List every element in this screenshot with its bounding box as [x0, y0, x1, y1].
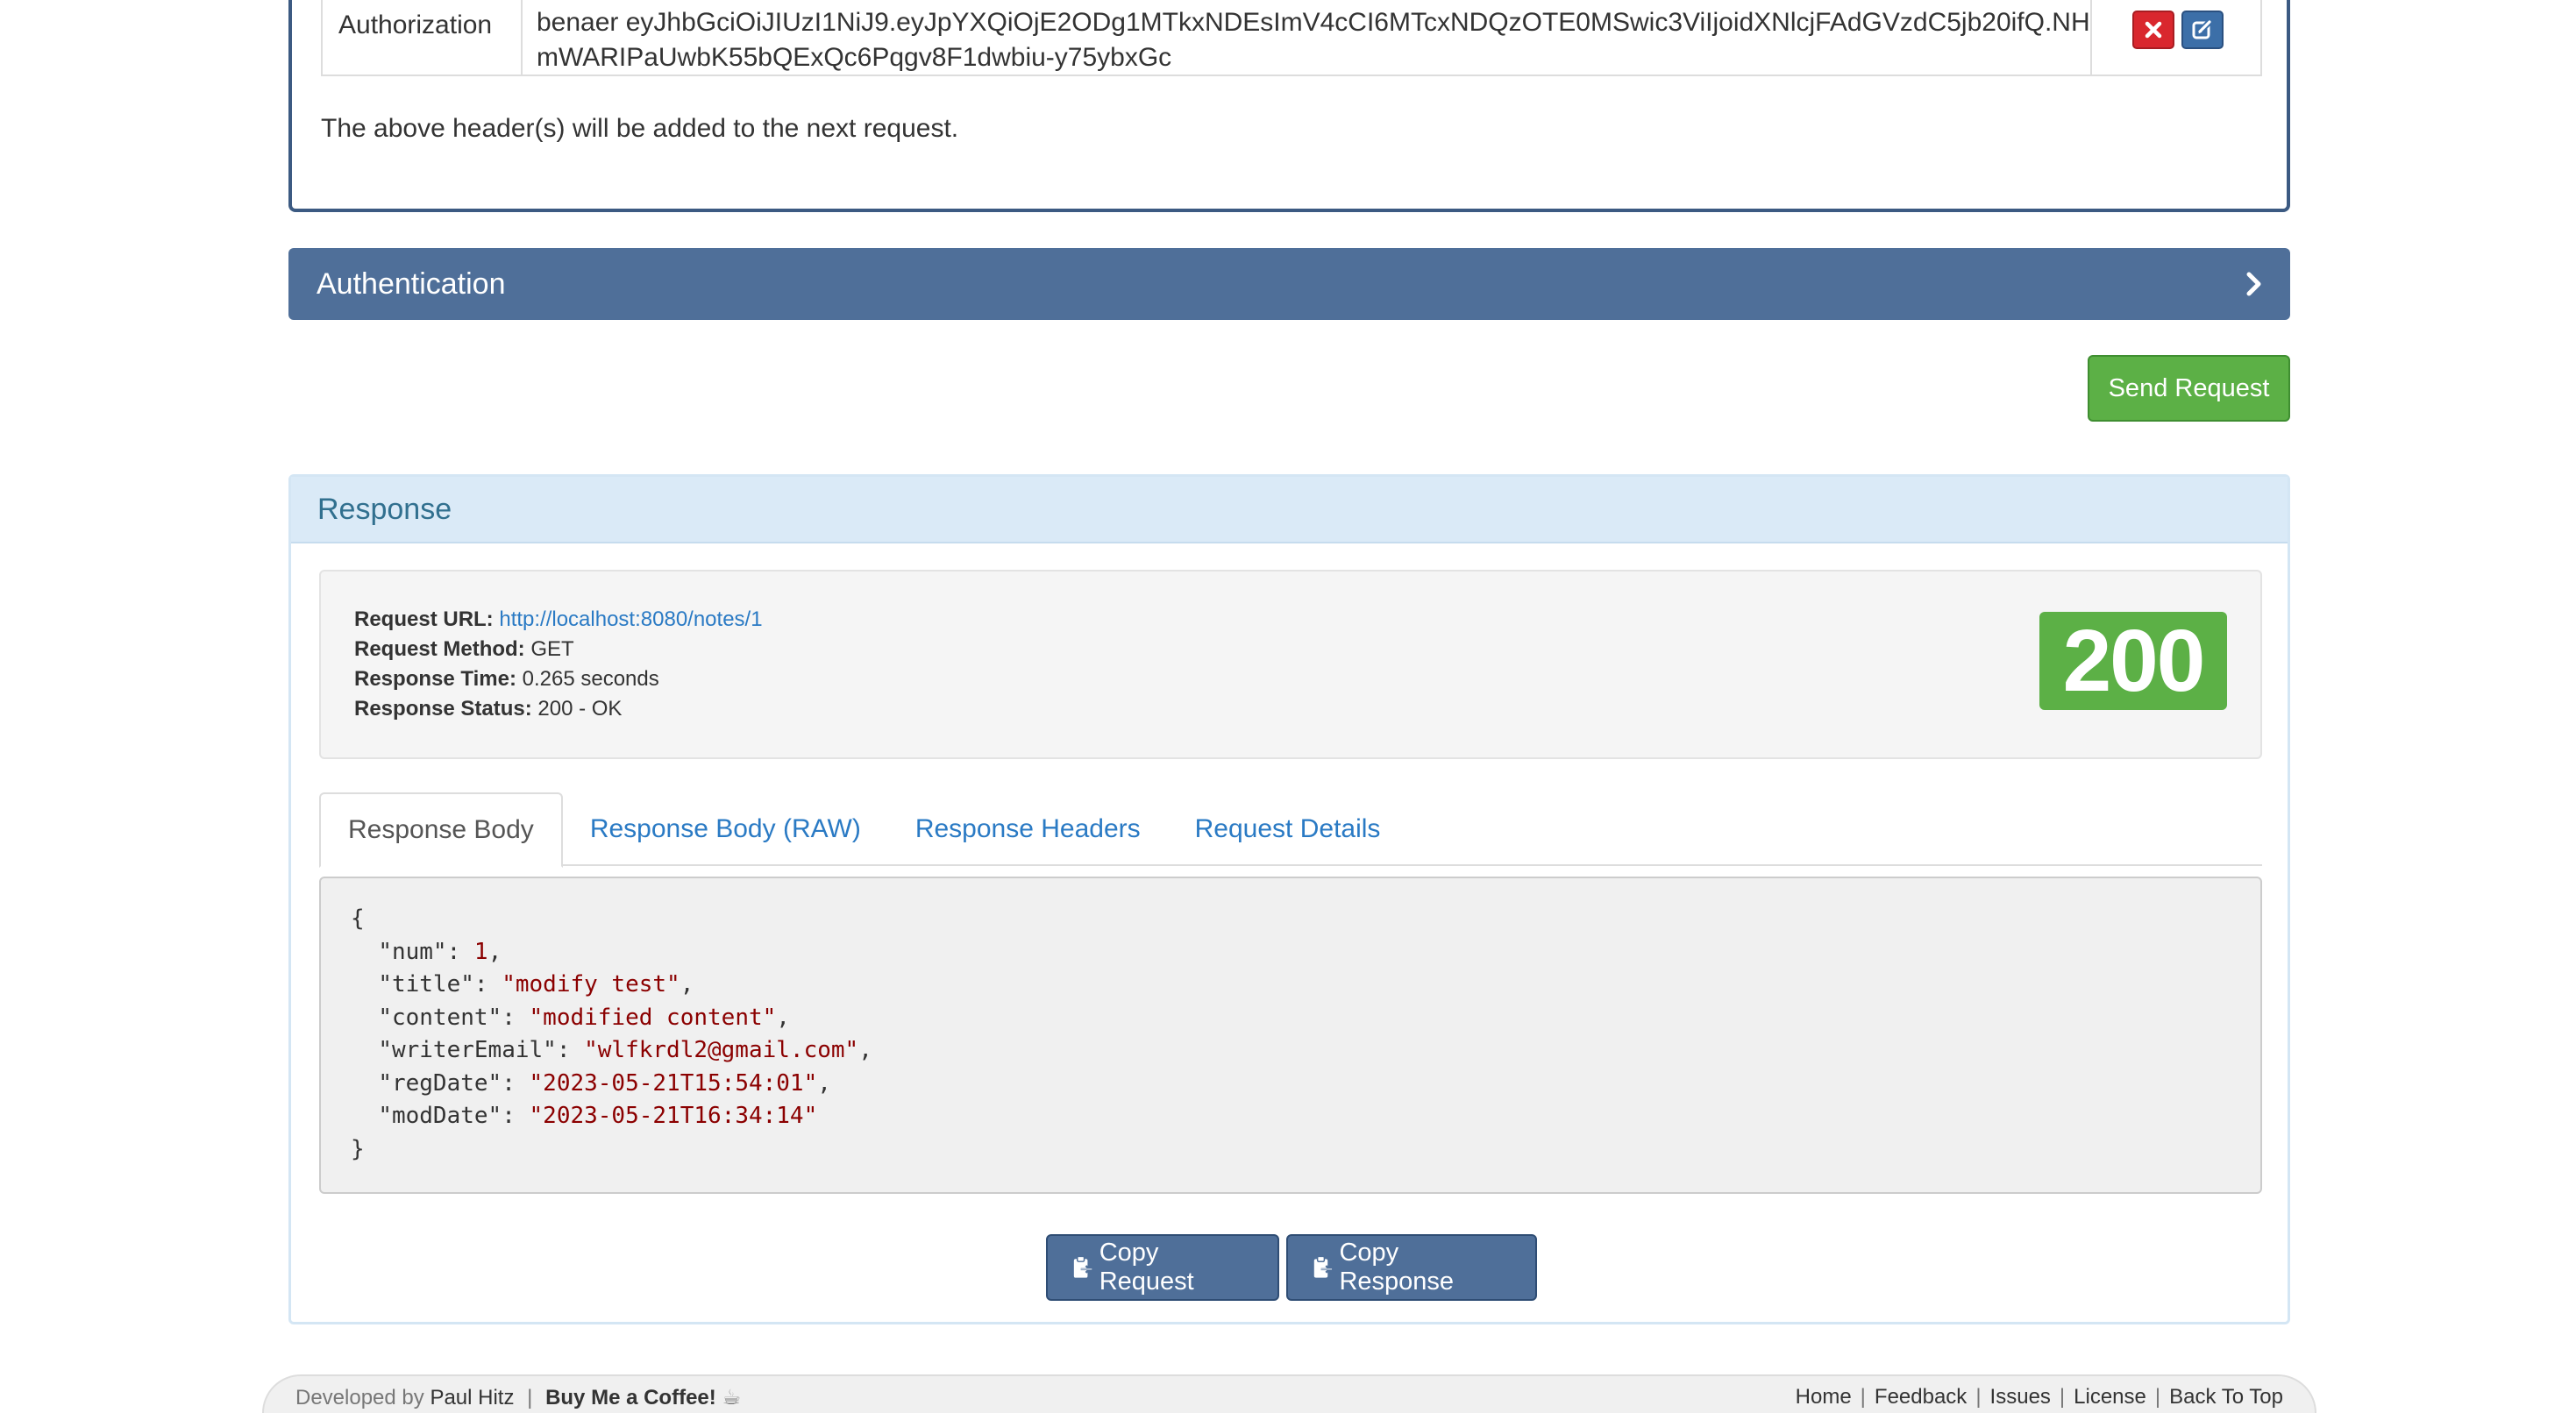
header-key: Authorization	[323, 0, 523, 75]
authentication-accordion[interactable]: Authentication	[288, 248, 2290, 320]
footer-link-back-to-top[interactable]: Back To Top	[2169, 1385, 2283, 1409]
footer-separator: |	[2059, 1385, 2066, 1409]
request-method-value: GET	[530, 637, 574, 661]
authentication-title: Authentication	[317, 266, 506, 301]
response-status-value: 200 - OK	[537, 697, 623, 721]
json-close-brace: }	[351, 1135, 365, 1162]
send-request-button[interactable]: Send Request	[2088, 355, 2290, 422]
summary-lines: Request URL: http://localhost:8080/notes…	[354, 605, 763, 724]
footer: Developed by Paul Hitz | Buy Me a Coffee…	[262, 1374, 2316, 1413]
response-time-line: Response Time: 0.265 seconds	[354, 664, 763, 694]
copy-response-label: Copy Response	[1339, 1239, 1455, 1296]
json-field-reg-date: "regDate": "2023-05-21T15:54:01",	[378, 1069, 831, 1097]
json-field-writer-email: "writerEmail": "wlfkrdl2@gmail.com",	[378, 1037, 872, 1063]
clipboard-icon	[1313, 1255, 1332, 1278]
json-field-num: "num": 1,	[378, 938, 502, 965]
footer-separator: |	[1975, 1385, 1982, 1409]
response-body-json: { "num": 1, "title": "modify test", "con…	[319, 877, 2262, 1194]
footer-link-issues[interactable]: Issues	[1990, 1385, 2051, 1409]
headers-table: Authorization benaer eyJhbGciOiJIUzI1NiJ…	[321, 0, 2262, 76]
footer-credits: Developed by Paul Hitz | Buy Me a Coffee…	[295, 1385, 741, 1410]
response-heading: Response	[291, 477, 2288, 543]
response-panel: Response Request URL: http://localhost:8…	[288, 474, 2290, 1324]
footer-separator: |	[527, 1386, 533, 1409]
x-icon	[2145, 21, 2162, 39]
headers-panel: Authorization benaer eyJhbGciOiJIUzI1NiJ…	[288, 0, 2290, 212]
request-url-line: Request URL: http://localhost:8080/notes…	[354, 605, 763, 635]
developed-by-text: Developed by	[295, 1386, 424, 1409]
copy-buttons: Copy Request Copy Response	[291, 1234, 2288, 1301]
json-field-mod-date: "modDate": "2023-05-21T16:34:14"	[378, 1103, 818, 1129]
json-field-title: "title": "modify test",	[378, 971, 694, 998]
coffee-icon: ☕	[722, 1386, 741, 1409]
response-summary: Request URL: http://localhost:8080/notes…	[319, 570, 2262, 759]
copy-request-button[interactable]: Copy Request	[1045, 1234, 1279, 1301]
footer-separator: |	[2154, 1385, 2161, 1409]
footer-separator: |	[1860, 1385, 1866, 1409]
tab-request-details[interactable]: Request Details	[1168, 792, 1408, 866]
tab-response-body[interactable]: Response Body	[319, 792, 563, 868]
json-field-content: "content": "modified content",	[378, 1004, 790, 1031]
headers-note: The above header(s) will be added to the…	[321, 114, 959, 143]
request-method-line: Request Method: GET	[354, 635, 763, 664]
json-open-brace: {	[351, 905, 365, 932]
copy-response-button[interactable]: Copy Response	[1285, 1234, 1537, 1301]
header-value: benaer eyJhbGciOiJIUzI1NiJ9.eyJpYXQiOjE2…	[523, 0, 2092, 75]
tab-response-body-raw[interactable]: Response Body (RAW)	[563, 792, 888, 866]
copy-request-label: Copy Request	[1099, 1239, 1194, 1296]
author-link[interactable]: Paul Hitz	[430, 1386, 514, 1409]
request-method-label: Request Method:	[354, 637, 525, 661]
header-actions	[2092, 0, 2260, 75]
clipboard-icon	[1073, 1255, 1092, 1278]
response-time-value: 0.265 seconds	[522, 667, 659, 691]
response-status-label: Response Status:	[354, 697, 532, 721]
response-tabs: Response Body Response Body (RAW) Respon…	[319, 792, 2262, 868]
edit-icon	[2192, 19, 2212, 39]
delete-header-button[interactable]	[2132, 11, 2174, 49]
edit-header-button[interactable]	[2181, 11, 2224, 49]
request-url-label: Request URL:	[354, 607, 494, 631]
footer-link-license[interactable]: License	[2074, 1385, 2146, 1409]
response-status-line: Response Status: 200 - OK	[354, 694, 763, 724]
footer-link-feedback[interactable]: Feedback	[1875, 1385, 1967, 1409]
buy-coffee-link[interactable]: Buy Me a Coffee!	[545, 1386, 716, 1409]
request-url-link[interactable]: http://localhost:8080/notes/1	[499, 607, 762, 631]
status-code-badge: 200	[2039, 612, 2227, 710]
response-time-label: Response Time:	[354, 667, 516, 691]
footer-link-home[interactable]: Home	[1796, 1385, 1852, 1409]
chevron-right-icon	[2246, 272, 2261, 296]
tab-response-headers[interactable]: Response Headers	[888, 792, 1168, 866]
footer-links: Home | Feedback | Issues | License | Back To Top	[1796, 1385, 2283, 1409]
